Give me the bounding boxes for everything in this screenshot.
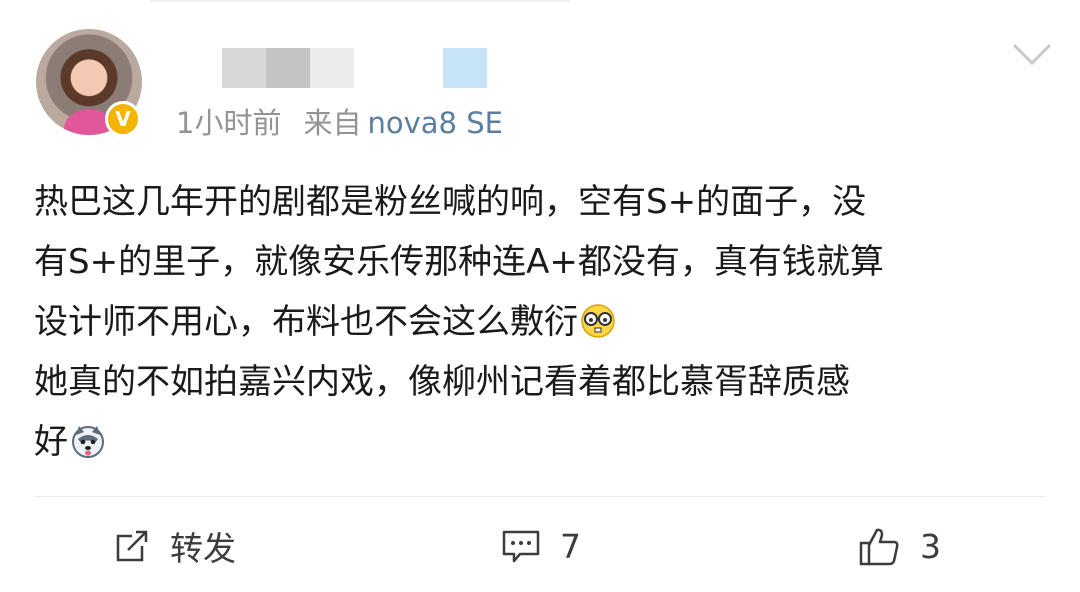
share-icon [116,530,148,562]
divider [34,496,1046,497]
content-line-with-emoji: 好 [34,412,1046,472]
source-device[interactable]: nova8 SE [367,106,502,140]
like-button[interactable]: 3 [858,522,941,570]
chevron-down-icon[interactable] [1012,42,1052,66]
nerd-glasses-emoji-icon [581,304,615,338]
verified-badge-icon: V [105,101,141,137]
user-tag-redacted [443,48,487,88]
post-meta: 1小时前 来自 nova8 SE [176,100,503,142]
top-edge-shadow [150,0,570,4]
repost-button[interactable]: 转发 [112,522,236,570]
post-content: 热巴这几年开的剧都是粉丝喊的响，空有S+的面子，没 有S+的里子，就像安乐传那种… [34,172,1046,472]
content-line: 有S+的里子，就像安乐传那种连A+都没有，真有钱就算 [34,242,884,282]
thumbs-up-icon [859,528,899,566]
repost-label: 转发 [170,529,236,568]
username-redacted[interactable] [266,48,310,88]
comment-button[interactable]: 7 [500,522,581,570]
comment-count: 7 [560,526,581,566]
content-line-with-emoji: 设计师不用心，布料也不会这么敷衍 [34,292,1046,352]
username-redacted[interactable] [310,48,354,88]
post-time: 1小时前 [176,106,282,140]
husky-dog-emoji-icon [72,426,104,458]
username-redacted[interactable] [222,48,266,88]
content-line: 热巴这几年开的剧都是粉丝喊的响，空有S+的面子，没 [34,182,867,222]
content-line: 她真的不如拍嘉兴内戏，像柳州记看着都比慕胥辞质感 [34,362,850,402]
source-prefix: 来自 [303,106,362,140]
like-count: 3 [920,526,941,566]
comment-icon [502,530,540,563]
